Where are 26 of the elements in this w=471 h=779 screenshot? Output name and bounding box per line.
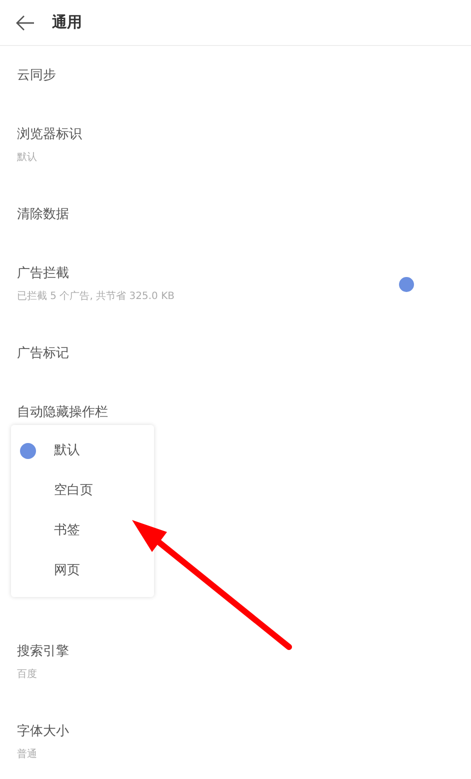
menu-option[interactable]: 书签: [11, 511, 84, 551]
setting-title: 广告拦截: [17, 265, 70, 284]
settings-row[interactable]: 广告标记: [0, 324, 471, 383]
settings-row[interactable]: 云同步: [0, 46, 471, 105]
radio-dot: [20, 443, 36, 459]
setting-title: 字体大小: [17, 723, 69, 742]
setting-title: 广告标记: [17, 344, 69, 363]
settings-row[interactable]: 广告拦截 已拦截 5 个广告, 共节省 325.0 KB: [0, 244, 471, 324]
setting-value: 默认: [17, 150, 38, 165]
setting-title: 搜索引擎: [17, 643, 69, 662]
menu-option[interactable]: 空白页: [11, 471, 97, 511]
settings-row[interactable]: 字体大小 普通: [0, 702, 471, 779]
toggle-switch[interactable]: [399, 276, 414, 292]
settings-row[interactable]: 浏览器标识 默认: [0, 105, 471, 185]
menu-option[interactable]: 网页: [11, 551, 84, 591]
back-icon[interactable]: [16, 14, 34, 30]
setting-title: 清除数据: [17, 206, 69, 224]
page-title: 通用: [52, 12, 82, 34]
setting-title: 浏览器标识: [17, 126, 82, 144]
setting-value: 已拦截 5 个广告, 共节省 325.0 KB: [17, 290, 174, 304]
setting-title: 自动隐藏操作栏: [17, 404, 108, 422]
settings-row[interactable]: 搜索引擎 百度: [0, 622, 471, 702]
setting-value: 百度: [17, 668, 38, 682]
setting-value: 普通: [17, 748, 38, 762]
settings-row[interactable]: 清除数据: [0, 185, 471, 244]
setting-title: 云同步: [17, 66, 56, 85]
